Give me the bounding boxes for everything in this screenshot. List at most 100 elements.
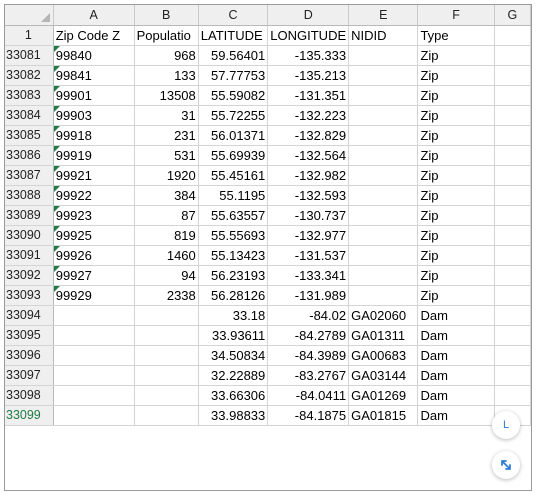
cell[interactable]: Zip bbox=[417, 85, 495, 106]
row-header[interactable]: 33085 bbox=[5, 125, 54, 146]
cell[interactable] bbox=[348, 105, 419, 126]
row-header[interactable]: 33090 bbox=[5, 225, 54, 246]
cell[interactable] bbox=[494, 285, 531, 306]
cell[interactable] bbox=[53, 365, 135, 386]
select-all-corner[interactable] bbox=[5, 5, 54, 26]
cell[interactable]: LONGITUDE bbox=[267, 25, 350, 46]
cell[interactable]: 99923 bbox=[53, 205, 135, 226]
cell[interactable]: -133.341 bbox=[267, 265, 350, 286]
cell[interactable] bbox=[134, 325, 199, 346]
cell[interactable]: -84.3989 bbox=[267, 345, 350, 366]
cell[interactable]: Type bbox=[417, 25, 495, 46]
cell[interactable] bbox=[348, 65, 419, 86]
cell[interactable]: 13508 bbox=[134, 85, 199, 106]
cell[interactable] bbox=[53, 385, 135, 406]
cell[interactable] bbox=[494, 385, 531, 406]
cell[interactable]: -132.593 bbox=[267, 185, 350, 206]
cell[interactable]: 99919 bbox=[53, 145, 135, 166]
cell[interactable]: Zip bbox=[417, 125, 495, 146]
cell[interactable]: 33.66306 bbox=[198, 385, 269, 406]
cell[interactable]: 99901 bbox=[53, 85, 135, 106]
cell[interactable]: 59.56401 bbox=[198, 45, 269, 66]
cell[interactable]: -132.223 bbox=[267, 105, 350, 126]
cell[interactable]: 33.93611 bbox=[198, 325, 269, 346]
cell[interactable] bbox=[134, 365, 199, 386]
cell[interactable]: GA01269 bbox=[348, 385, 419, 406]
cell[interactable]: 1920 bbox=[134, 165, 199, 186]
cell[interactable] bbox=[348, 265, 419, 286]
cell[interactable]: 99921 bbox=[53, 165, 135, 186]
row-header[interactable]: 33099 bbox=[5, 405, 54, 426]
row-header[interactable]: 33086 bbox=[5, 145, 54, 166]
cell[interactable] bbox=[348, 245, 419, 266]
cell[interactable] bbox=[494, 125, 531, 146]
cell[interactable] bbox=[494, 65, 531, 86]
column-header-c[interactable]: C bbox=[198, 5, 269, 26]
cell[interactable] bbox=[53, 345, 135, 366]
cell[interactable]: -84.0411 bbox=[267, 385, 350, 406]
cell[interactable]: 55.59082 bbox=[198, 85, 269, 106]
cell[interactable]: 31 bbox=[134, 105, 199, 126]
cell[interactable] bbox=[348, 225, 419, 246]
cell[interactable]: -84.02 bbox=[267, 305, 350, 326]
cell[interactable] bbox=[494, 185, 531, 206]
cell[interactable]: Zip bbox=[417, 245, 495, 266]
cell[interactable]: 94 bbox=[134, 265, 199, 286]
row-header[interactable]: 33082 bbox=[5, 65, 54, 86]
column-header-f[interactable]: F bbox=[417, 5, 495, 26]
cell[interactable]: -132.564 bbox=[267, 145, 350, 166]
row-header[interactable]: 33084 bbox=[5, 105, 54, 126]
cell[interactable]: NIDID bbox=[348, 25, 419, 46]
cell[interactable]: 33.18 bbox=[198, 305, 269, 326]
cell[interactable]: 55.45161 bbox=[198, 165, 269, 186]
cell[interactable]: GA02060 bbox=[348, 305, 419, 326]
cell[interactable]: LATITUDE bbox=[198, 25, 269, 46]
cell[interactable] bbox=[348, 125, 419, 146]
column-header-e[interactable]: E bbox=[348, 5, 419, 26]
cell[interactable]: -84.1875 bbox=[267, 405, 350, 426]
cell[interactable]: Zip bbox=[417, 45, 495, 66]
column-header-a[interactable]: A bbox=[53, 5, 135, 26]
cell[interactable] bbox=[494, 25, 531, 46]
cell[interactable]: Zip bbox=[417, 165, 495, 186]
cell[interactable]: 99926 bbox=[53, 245, 135, 266]
cell[interactable]: Zip bbox=[417, 185, 495, 206]
row-header[interactable]: 33081 bbox=[5, 45, 54, 66]
cell[interactable]: Zip bbox=[417, 225, 495, 246]
cell[interactable]: 55.63557 bbox=[198, 205, 269, 226]
cell[interactable]: 2338 bbox=[134, 285, 199, 306]
cell[interactable] bbox=[348, 85, 419, 106]
cell[interactable] bbox=[494, 345, 531, 366]
cell[interactable]: 819 bbox=[134, 225, 199, 246]
cell[interactable] bbox=[348, 145, 419, 166]
cell[interactable] bbox=[494, 265, 531, 286]
row-header[interactable]: 33098 bbox=[5, 385, 54, 406]
cell[interactable]: 56.28126 bbox=[198, 285, 269, 306]
row-header[interactable]: 33096 bbox=[5, 345, 54, 366]
cell[interactable]: 56.23193 bbox=[198, 265, 269, 286]
cell[interactable] bbox=[494, 365, 531, 386]
column-header-g[interactable]: G bbox=[494, 5, 531, 26]
cell[interactable]: Zip bbox=[417, 205, 495, 226]
column-header-b[interactable]: B bbox=[134, 5, 199, 26]
cell[interactable] bbox=[134, 305, 199, 326]
cell[interactable]: -135.213 bbox=[267, 65, 350, 86]
expand-button[interactable] bbox=[492, 451, 520, 479]
cell[interactable] bbox=[494, 305, 531, 326]
cell[interactable]: 55.13423 bbox=[198, 245, 269, 266]
row-header[interactable]: 33095 bbox=[5, 325, 54, 346]
cell[interactable]: Zip bbox=[417, 285, 495, 306]
row-header[interactable]: 1 bbox=[5, 25, 54, 46]
cell[interactable]: 99918 bbox=[53, 125, 135, 146]
cell[interactable]: Dam bbox=[417, 325, 495, 346]
cell[interactable]: 384 bbox=[134, 185, 199, 206]
cell[interactable]: 56.01371 bbox=[198, 125, 269, 146]
cell[interactable] bbox=[494, 45, 531, 66]
cell[interactable]: Zip bbox=[417, 265, 495, 286]
cell[interactable] bbox=[134, 405, 199, 426]
cell[interactable]: 55.69939 bbox=[198, 145, 269, 166]
cell[interactable] bbox=[53, 405, 135, 426]
cell[interactable]: 87 bbox=[134, 205, 199, 226]
cell[interactable]: 133 bbox=[134, 65, 199, 86]
cell[interactable]: -135.333 bbox=[267, 45, 350, 66]
